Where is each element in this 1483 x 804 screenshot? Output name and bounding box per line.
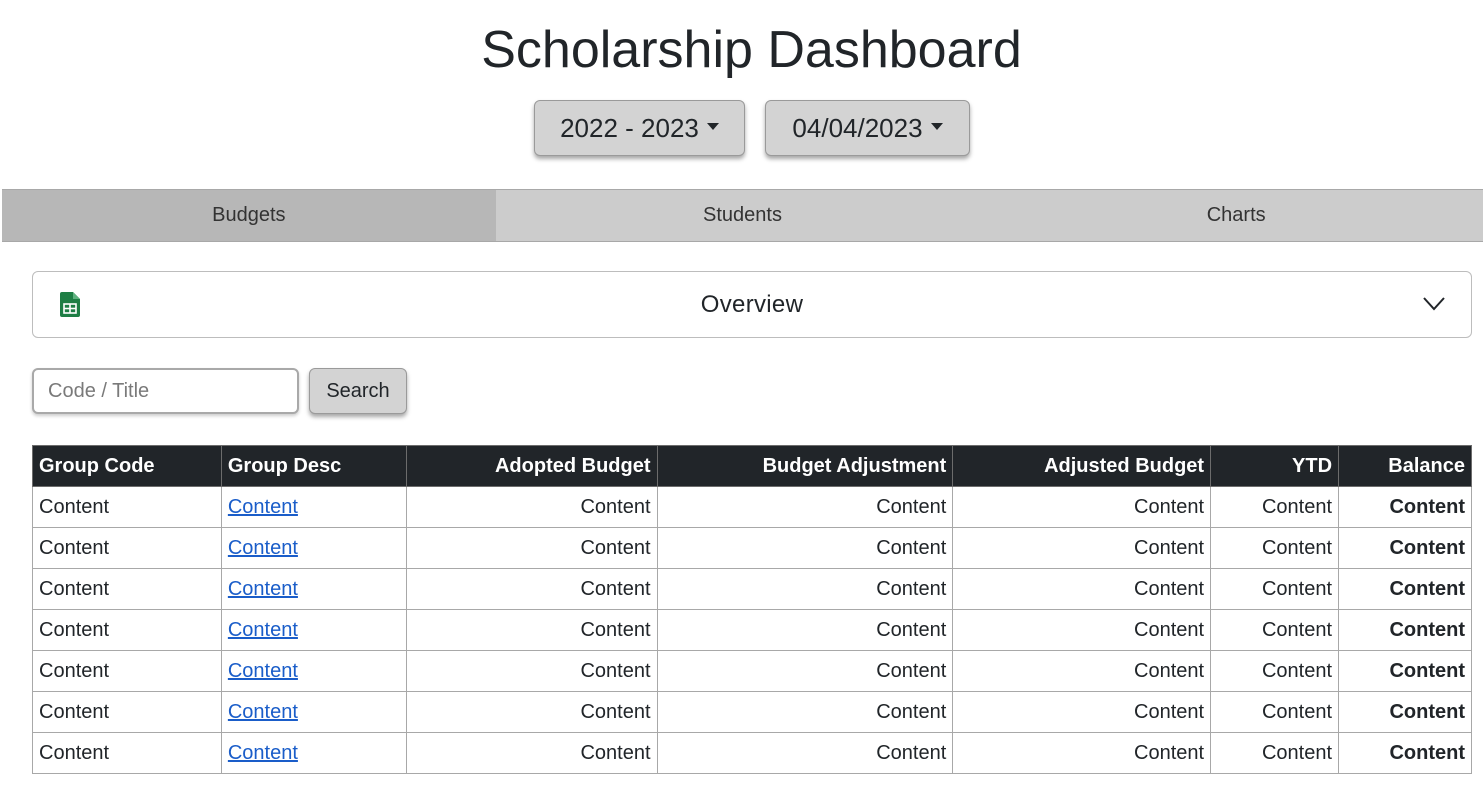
cell-budget-adjustment: Content xyxy=(656,609,954,651)
cell-group-desc: Content xyxy=(220,609,407,651)
tab-budgets[interactable]: Budgets xyxy=(2,190,496,241)
table-row: Content Content Content Content Content … xyxy=(32,609,1472,651)
cell-adjusted-budget: Content xyxy=(952,732,1212,774)
table-row: Content Content Content Content Content … xyxy=(32,568,1472,610)
cell-adopted-budget: Content xyxy=(405,486,658,528)
cell-balance: Content xyxy=(1338,527,1472,569)
cell-adopted-budget: Content xyxy=(405,691,658,733)
cell-budget-adjustment: Content xyxy=(656,486,954,528)
cell-adopted-budget: Content xyxy=(405,527,658,569)
cell-adjusted-budget: Content xyxy=(952,527,1212,569)
chevron-down-icon[interactable] xyxy=(1423,297,1445,311)
cell-ytd: Content xyxy=(1210,609,1340,651)
page: Scholarship Dashboard 2022 - 2023 04/04/… xyxy=(0,0,1483,804)
date-dropdown-button[interactable]: 04/04/2023 xyxy=(765,100,970,156)
cell-group-desc: Content xyxy=(220,486,407,528)
header-adjusted-budget[interactable]: Adjusted Budget xyxy=(952,445,1212,487)
cell-group-desc: Content xyxy=(220,568,407,610)
header-group-code[interactable]: Group Code xyxy=(32,445,222,487)
cell-ytd: Content xyxy=(1210,527,1340,569)
table-row: Content Content Content Content Content … xyxy=(32,527,1472,569)
cell-balance: Content xyxy=(1338,732,1472,774)
table-row: Content Content Content Content Content … xyxy=(32,650,1472,692)
search-button[interactable]: Search xyxy=(309,368,407,414)
cell-group-code: Content xyxy=(32,527,222,569)
cell-adjusted-budget: Content xyxy=(952,650,1212,692)
cell-adopted-budget: Content xyxy=(405,650,658,692)
year-dropdown-button[interactable]: 2022 - 2023 xyxy=(534,100,745,156)
overview-title: Overview xyxy=(700,290,804,318)
header-balance[interactable]: Balance xyxy=(1338,445,1472,487)
search-input[interactable] xyxy=(32,368,299,414)
cell-adjusted-budget: Content xyxy=(952,691,1212,733)
cell-ytd: Content xyxy=(1210,691,1340,733)
tab-label: Budgets xyxy=(212,204,286,226)
cell-group-desc: Content xyxy=(220,732,407,774)
cell-adjusted-budget: Content xyxy=(952,568,1212,610)
cell-adopted-budget: Content xyxy=(405,732,658,774)
cell-ytd: Content xyxy=(1210,650,1340,692)
cell-adjusted-budget: Content xyxy=(952,609,1212,651)
group-desc-link[interactable]: Content xyxy=(228,496,298,518)
search-button-label: Search xyxy=(326,379,390,402)
overview-accordion[interactable]: Overview xyxy=(32,271,1472,338)
table-header-row: Group Code Group Desc Adopted Budget Bud… xyxy=(32,445,1472,487)
cell-group-code: Content xyxy=(32,568,222,610)
cell-ytd: Content xyxy=(1210,732,1340,774)
page-title: Scholarship Dashboard xyxy=(481,21,1022,79)
table-row: Content Content Content Content Content … xyxy=(32,691,1472,733)
cell-group-code: Content xyxy=(32,732,222,774)
cell-budget-adjustment: Content xyxy=(656,650,954,692)
cell-adopted-budget: Content xyxy=(405,568,658,610)
cell-adjusted-budget: Content xyxy=(952,486,1212,528)
tab-label: Charts xyxy=(1206,204,1266,226)
tab-charts[interactable]: Charts xyxy=(989,190,1483,241)
cell-balance: Content xyxy=(1338,486,1472,528)
header-adopted-budget[interactable]: Adopted Budget xyxy=(405,445,658,487)
cell-balance: Content xyxy=(1338,691,1472,733)
header-group-desc[interactable]: Group Desc xyxy=(220,445,407,487)
cell-group-code: Content xyxy=(32,609,222,651)
table-row: Content Content Content Content Content … xyxy=(32,732,1472,774)
cell-budget-adjustment: Content xyxy=(656,732,954,774)
cell-group-code: Content xyxy=(32,486,222,528)
cell-ytd: Content xyxy=(1210,568,1340,610)
cell-balance: Content xyxy=(1338,609,1472,651)
cell-budget-adjustment: Content xyxy=(656,568,954,610)
group-desc-link[interactable]: Content xyxy=(228,742,298,764)
header-ytd[interactable]: YTD xyxy=(1210,445,1340,487)
cell-group-desc: Content xyxy=(220,691,407,733)
header-budget-adjustment[interactable]: Budget Adjustment xyxy=(656,445,954,487)
cell-adopted-budget: Content xyxy=(405,609,658,651)
group-desc-link[interactable]: Content xyxy=(228,619,298,641)
cell-budget-adjustment: Content xyxy=(656,527,954,569)
tab-students[interactable]: Students xyxy=(496,190,990,241)
tab-label: Students xyxy=(703,204,782,226)
group-desc-link[interactable]: Content xyxy=(228,537,298,559)
cell-balance: Content xyxy=(1338,568,1472,610)
caret-down-icon xyxy=(930,122,943,130)
group-desc-link[interactable]: Content xyxy=(228,660,298,682)
cell-ytd: Content xyxy=(1210,486,1340,528)
cell-group-code: Content xyxy=(32,691,222,733)
cell-balance: Content xyxy=(1338,650,1472,692)
cell-budget-adjustment: Content xyxy=(656,691,954,733)
group-desc-link[interactable]: Content xyxy=(228,578,298,600)
cell-group-code: Content xyxy=(32,650,222,692)
year-dropdown-label: 2022 - 2023 xyxy=(560,112,699,143)
date-dropdown-label: 04/04/2023 xyxy=(792,112,923,143)
cell-group-desc: Content xyxy=(220,650,407,692)
tab-bar: Budgets Students Charts xyxy=(2,189,1483,242)
caret-down-icon xyxy=(706,122,719,130)
cell-group-desc: Content xyxy=(220,527,407,569)
group-desc-link[interactable]: Content xyxy=(228,701,298,723)
table-row: Content Content Content Content Content … xyxy=(32,486,1472,528)
budget-table: Group Code Group Desc Adopted Budget Bud… xyxy=(32,445,1472,774)
